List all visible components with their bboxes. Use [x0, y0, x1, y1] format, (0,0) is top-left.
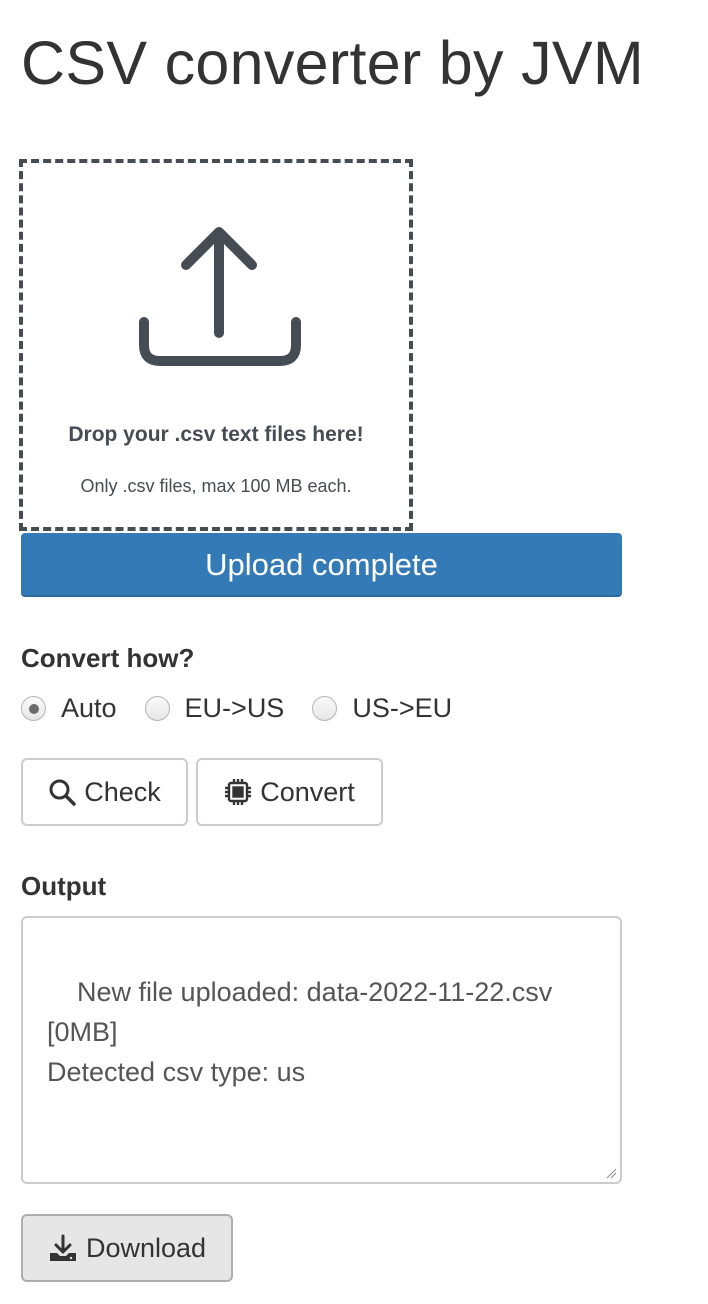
download-icon — [48, 1233, 78, 1263]
check-button-label: Check — [84, 776, 161, 807]
radio-option-auto[interactable]: Auto — [21, 693, 117, 724]
dropzone-subtitle: Only .csv files, max 100 MB each. — [80, 476, 352, 496]
upload-progress-bar: Upload complete — [21, 533, 622, 597]
radio-button-eu-us[interactable] — [144, 695, 170, 721]
cpu-chip-icon — [224, 778, 252, 806]
convert-mode-radio-group: Auto EU->US US->EU — [21, 690, 480, 726]
resize-grip-icon[interactable] — [605, 1167, 617, 1179]
search-icon — [48, 778, 76, 806]
check-button[interactable]: Check — [21, 758, 188, 826]
output-label: Output — [21, 871, 107, 901]
radio-label-us-eu: US->EU — [352, 692, 453, 723]
radio-label-auto: Auto — [61, 692, 117, 723]
page-title: CSV converter by JVM — [21, 29, 644, 97]
download-button-label: Download — [85, 1232, 207, 1263]
page: CSV converter by JVM Drop your .csv text… — [0, 0, 708, 1304]
convert-how-label: Convert how? — [21, 643, 195, 673]
radio-button-auto[interactable] — [21, 695, 46, 721]
convert-button[interactable]: Convert — [196, 758, 383, 826]
file-dropzone[interactable]: Drop your .csv text files here! Only .cs… — [19, 159, 413, 531]
output-textarea[interactable]: New file uploaded: data-2022-11-22.csv [… — [21, 916, 622, 1184]
output-text: New file uploaded: data-2022-11-22.csv [… — [47, 977, 553, 1087]
radio-option-us-eu[interactable]: US->EU — [312, 693, 452, 724]
radio-label-eu-us: EU->US — [184, 692, 285, 723]
upload-status-label: Upload complete — [205, 547, 438, 582]
radio-option-eu-us[interactable]: EU->US — [144, 692, 285, 724]
convert-button-label: Convert — [260, 776, 355, 807]
upload-icon — [139, 227, 301, 366]
dropzone-title: Drop your .csv text files here! — [68, 423, 364, 446]
download-button[interactable]: Download — [21, 1214, 233, 1282]
radio-button-us-eu[interactable] — [312, 695, 338, 721]
